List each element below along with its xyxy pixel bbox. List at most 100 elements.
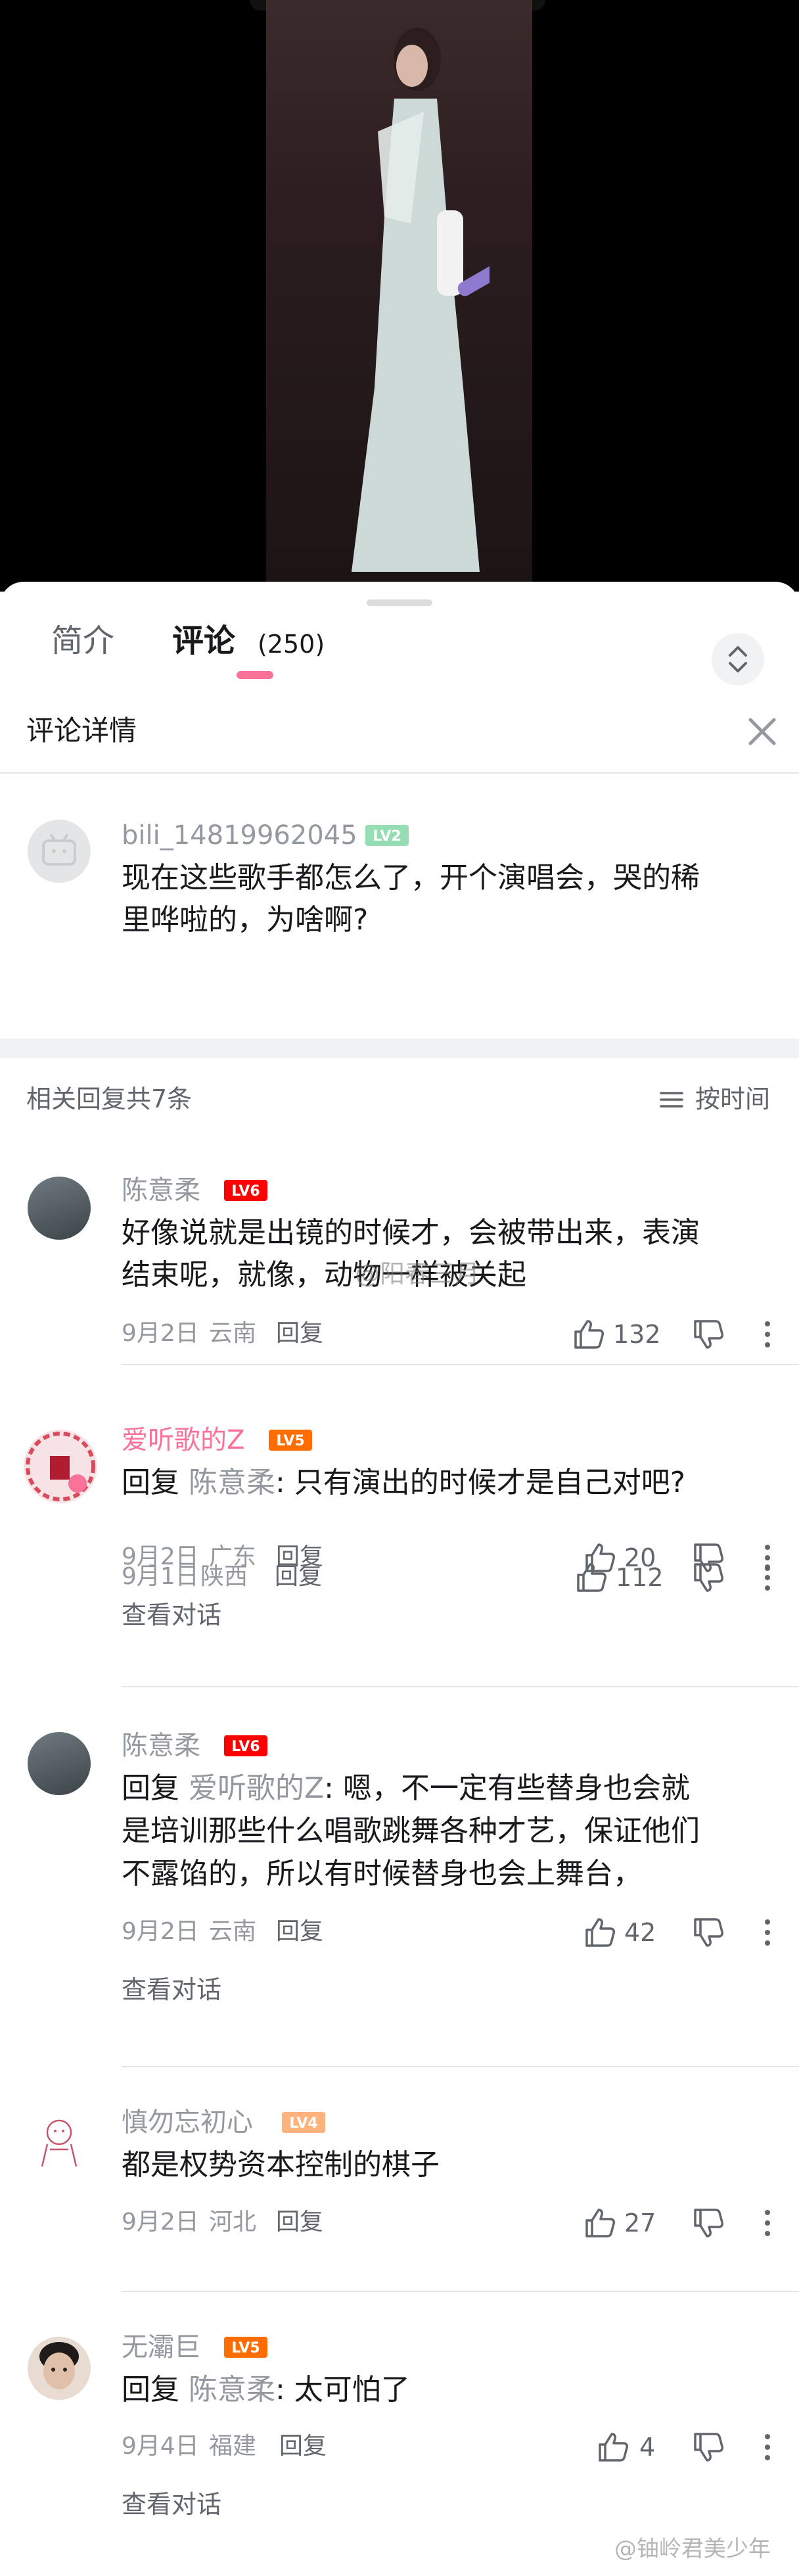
comment-date: 9月2日 xyxy=(122,1320,199,1347)
more-icon[interactable] xyxy=(749,2205,786,2241)
comment-text-line: 现在这些歌手都怎么了，开个演唱会，哭的稀 xyxy=(122,861,700,895)
reply-button[interactable]: 回复 xyxy=(276,2207,323,2238)
like-count: 27 xyxy=(624,2209,656,2237)
tab-comments[interactable]: 评论 xyxy=(172,621,235,661)
reply-text: : 太可怕了 xyxy=(275,2373,410,2406)
comment-location: 云南 xyxy=(209,1320,257,1347)
svg-text:LV2: LV2 xyxy=(373,828,401,845)
svg-text:LV4: LV4 xyxy=(289,2115,317,2132)
reply-target-user[interactable]: 爱听歌的Z xyxy=(189,1771,324,1805)
comment-date: 9月4日 xyxy=(122,2433,199,2460)
avatar[interactable] xyxy=(28,1732,91,1795)
avatar[interactable] xyxy=(28,1177,91,1240)
active-tab-indicator xyxy=(237,671,273,679)
reply-button[interactable]: 回复 xyxy=(276,1916,323,1948)
comment-text-line: 回复 陈意柔: 太可怕了 xyxy=(122,2370,410,2410)
illustrated-avatar-icon xyxy=(41,2119,78,2167)
reply-button[interactable]: 回复 xyxy=(276,1541,323,1573)
related-reply-count: 相关回复共7条 xyxy=(26,1085,193,1113)
thumbs-up-icon[interactable] xyxy=(582,1914,618,1951)
reply-button[interactable]: 回复 xyxy=(276,1318,323,1349)
level-badge-icon: LV5 xyxy=(269,1430,312,1451)
video-player[interactable] xyxy=(0,0,799,592)
level-badge-icon: LV2 xyxy=(365,825,409,846)
comment-text-line: 不露馅的，所以有时候替身也会上舞台， xyxy=(122,1857,642,1890)
drag-handle[interactable] xyxy=(367,599,432,606)
comment-date: 9月2日 xyxy=(122,1543,199,1570)
view-conversation-link[interactable]: 查看对话 xyxy=(122,1973,221,2006)
avatar-frame-icon xyxy=(26,1432,95,1501)
comment-date: 9月2日 xyxy=(122,1918,199,1945)
comment-detail-header: 评论详情 xyxy=(0,680,799,774)
username[interactable]: 慎勿忘初心 xyxy=(122,2105,253,2140)
tab-bar: 简介 评论 (250) xyxy=(0,608,799,686)
sort-label: 按时间 xyxy=(695,1085,771,1113)
avatar[interactable] xyxy=(24,1430,97,1503)
comment-location: 云南 xyxy=(209,1918,257,1945)
comment-text-line: 回复 爱听歌的Z: 嗯，不一定有些替身也会就 xyxy=(122,1768,690,1809)
username[interactable]: 爱听歌的Z xyxy=(122,1423,244,1457)
thumbs-up-icon[interactable] xyxy=(582,2205,618,2241)
reply-separator xyxy=(122,1364,799,1365)
comment-sheet: 简介 评论 (250) 评论详情 bili_14819962045 LV2 现在… xyxy=(0,582,799,2576)
comment-text-line: 好像说就是出镜的时候才，会被带出来，表演 xyxy=(122,1216,700,1250)
username[interactable]: 陈意柔 xyxy=(122,1173,200,1207)
thumbs-down-icon[interactable] xyxy=(690,2205,727,2241)
comment-date: 9月2日 xyxy=(122,2209,199,2236)
svg-text:LV5: LV5 xyxy=(276,1433,304,1449)
thumbs-up-icon[interactable] xyxy=(582,1539,618,1576)
level-badge-icon: LV5 xyxy=(224,2337,267,2358)
sort-list-icon xyxy=(660,1092,683,1108)
svg-text:LV6: LV6 xyxy=(231,1183,260,1200)
thumbs-down-icon[interactable] xyxy=(690,1539,727,1576)
like-count: 42 xyxy=(624,1918,656,1947)
thumbs-up-icon[interactable] xyxy=(570,1316,607,1353)
reply-separator xyxy=(122,2066,799,2067)
comment-text-line: 回复 陈意柔: 只有演出的时候才是自己对吧? xyxy=(122,1463,685,1503)
reply-prefix: 回复 xyxy=(122,2373,179,2406)
more-icon[interactable] xyxy=(749,1914,786,1951)
thumbs-up-icon[interactable] xyxy=(595,2429,631,2466)
view-conversation-link[interactable]: 查看对话 xyxy=(122,2488,221,2521)
reply-target-user[interactable]: 陈意柔 xyxy=(189,2373,275,2406)
comment-location: 福建 xyxy=(209,2433,257,2460)
svg-text:LV5: LV5 xyxy=(231,2340,260,2356)
comment-text-line: 都是权势资本控制的棋子 xyxy=(122,2148,440,2182)
expand-button[interactable] xyxy=(712,633,764,686)
username[interactable]: 无灞巨 xyxy=(122,2330,200,2364)
thumbs-down-icon[interactable] xyxy=(690,2429,727,2466)
reply-text: : 只有演出的时候才是自己对吧? xyxy=(275,1466,686,1499)
tab-intro[interactable]: 简介 xyxy=(51,621,114,661)
avatar[interactable] xyxy=(28,2337,91,2400)
comment-location: 河北 xyxy=(209,2209,257,2236)
svg-text:LV6: LV6 xyxy=(231,1739,260,1755)
like-count: 4 xyxy=(639,2433,656,2462)
thumbs-down-icon[interactable] xyxy=(690,1914,727,1951)
more-icon[interactable] xyxy=(749,1316,786,1353)
more-icon[interactable] xyxy=(749,1539,786,1576)
username[interactable]: 陈意柔 xyxy=(122,1729,200,1763)
close-icon[interactable] xyxy=(742,712,782,751)
comment-count: (250) xyxy=(258,630,325,659)
thumbs-down-icon[interactable] xyxy=(690,1316,727,1353)
performer-figure xyxy=(352,28,490,572)
detail-title: 评论详情 xyxy=(26,714,137,747)
more-icon[interactable] xyxy=(749,2429,786,2466)
level-badge-icon: LV6 xyxy=(224,1735,267,1756)
reply-prefix: 回复 xyxy=(122,1771,179,1805)
avatar[interactable] xyxy=(28,2110,91,2173)
level-badge-icon: LV6 xyxy=(224,1180,267,1201)
chevron-up-down-icon xyxy=(729,646,747,672)
username[interactable]: bili_14819962045 xyxy=(122,818,357,853)
reply-text: : 嗯，不一定有些替身也会就 xyxy=(324,1771,690,1805)
reply-separator xyxy=(122,1686,799,1687)
avatar[interactable] xyxy=(28,820,91,883)
view-conversation-link[interactable]: 查看对话 xyxy=(122,1599,221,1631)
comment-text-line: 是培训那些什么唱歌跳舞各种才艺，保证他们 xyxy=(122,1814,700,1848)
comment-text-line: 里哗啦的，为啥啊? xyxy=(122,903,369,937)
video-frame xyxy=(266,0,532,585)
comment-location: 广东 xyxy=(209,1543,257,1570)
reply-target-user[interactable]: 陈意柔 xyxy=(189,1466,275,1499)
reply-button[interactable]: 回复 xyxy=(279,2431,327,2462)
section-divider xyxy=(0,1039,799,1058)
